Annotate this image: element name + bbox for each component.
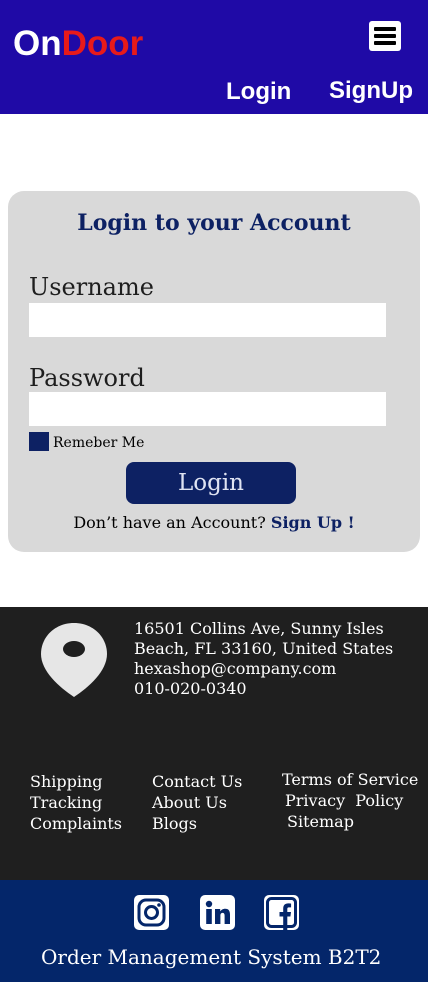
about-us-link[interactable]: About Us — [152, 792, 242, 813]
login-button[interactable]: Login — [126, 462, 296, 504]
contact-us-link[interactable]: Contact Us — [152, 771, 242, 792]
instagram-icon[interactable] — [134, 895, 169, 930]
contact-info: 16501 Collins Ave, Sunny Isles Beach, FL… — [134, 619, 393, 699]
linkedin-icon[interactable] — [200, 895, 235, 930]
privacy-policy-link[interactable]: Privacy Policy — [285, 790, 418, 811]
signup-prompt: Don’t have an Account? Sign Up ! — [8, 513, 420, 533]
login-card: Login to your Account Username Password … — [8, 191, 420, 552]
username-label: Username — [29, 273, 154, 301]
top-navbar: OnDoor Login SignUp — [0, 0, 428, 114]
blogs-link[interactable]: Blogs — [152, 813, 242, 834]
phone-text: 010-020-0340 — [134, 679, 247, 698]
password-input[interactable] — [29, 392, 386, 426]
terms-link[interactable]: Terms of Service — [282, 769, 418, 790]
footer-links-col-3: Terms of Service Privacy Policy Sitemap — [282, 769, 418, 832]
footer-links-col-2: Contact Us About Us Blogs — [152, 771, 242, 834]
address-line-1: 16501 Collins Ave, Sunny Isles — [134, 619, 384, 638]
logo[interactable]: OnDoor — [13, 22, 143, 66]
login-title: Login to your Account — [77, 210, 351, 236]
address-line-2: Beach, FL 33160, United States — [134, 639, 394, 658]
remember-me-checkbox[interactable] — [29, 432, 49, 451]
sitemap-link[interactable]: Sitemap — [287, 811, 418, 832]
password-label: Password — [29, 364, 145, 392]
shipping-link[interactable]: Shipping — [30, 771, 122, 792]
nav-login-link[interactable]: Login — [226, 76, 291, 108]
username-input[interactable] — [29, 303, 386, 337]
remember-me-label: Remeber Me — [53, 435, 145, 451]
location-pin-icon — [41, 623, 107, 697]
site-tagline: Order Management System B2T2 — [41, 945, 382, 969]
logo-text-on: On — [13, 24, 62, 63]
email-text: hexashop@company.com — [134, 659, 337, 678]
complaints-link[interactable]: Complaints — [30, 813, 122, 834]
logo-text-door: Door — [61, 24, 144, 63]
footer: 16501 Collins Ave, Sunny Isles Beach, FL… — [0, 607, 428, 880]
facebook-icon[interactable] — [264, 895, 299, 930]
nav-signup-link[interactable]: SignUp — [329, 75, 413, 107]
no-account-text: Don’t have an Account? — [73, 513, 266, 532]
hamburger-menu-icon[interactable] — [369, 21, 401, 51]
footer-links-col-1: Shipping Tracking Complaints — [30, 771, 122, 834]
tracking-link[interactable]: Tracking — [30, 792, 122, 813]
bottom-bar: Order Management System B2T2 — [0, 880, 428, 982]
signup-link[interactable]: Sign Up ! — [271, 513, 355, 532]
